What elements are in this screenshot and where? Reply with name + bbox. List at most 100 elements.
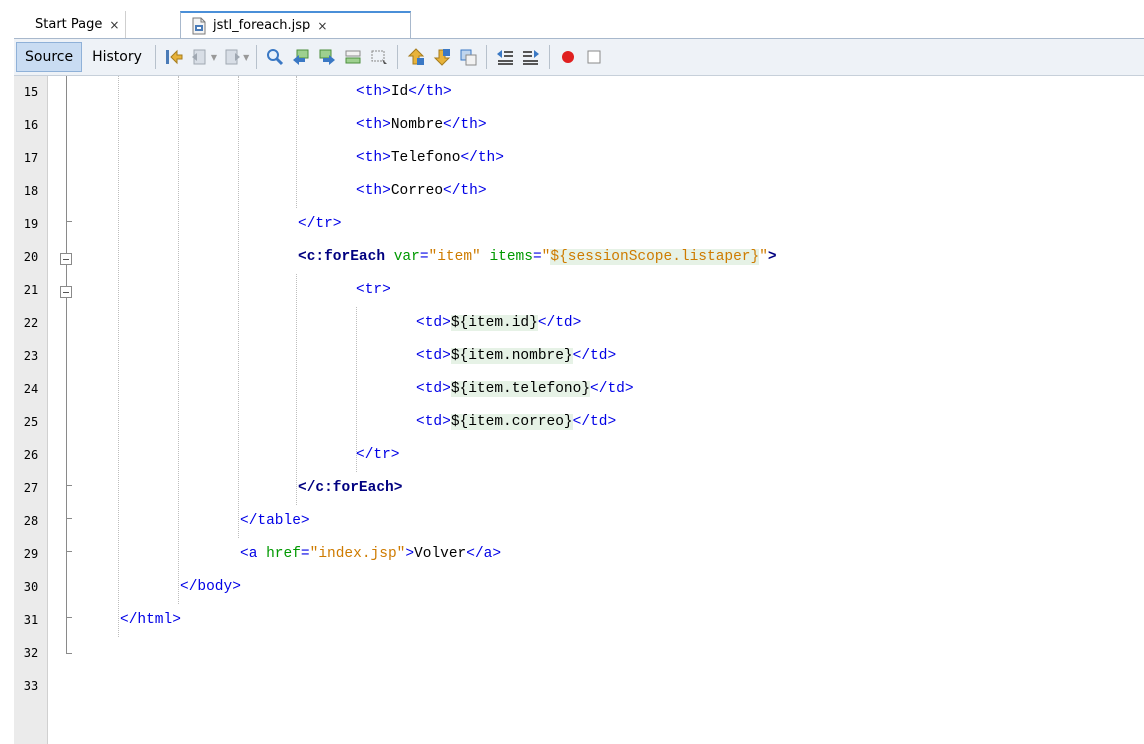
indent-guide xyxy=(296,274,297,505)
line-number: 22 xyxy=(23,316,39,330)
rectangular-selection-icon[interactable] xyxy=(367,45,391,69)
tab-jstl-foreach[interactable]: jstl_foreach.jsp × xyxy=(180,11,411,38)
chevron-down-icon[interactable]: ▼ xyxy=(243,53,249,62)
html-tag: </tr> xyxy=(298,216,342,232)
source-button[interactable]: Source xyxy=(16,42,83,72)
html-tag: <td> xyxy=(416,414,451,430)
text-content: Volver xyxy=(414,546,467,562)
html-tag: </td> xyxy=(572,414,617,430)
previous-bookmark-icon[interactable] xyxy=(404,45,428,69)
html-tag: <th> xyxy=(356,150,391,166)
close-icon[interactable]: × xyxy=(109,18,119,32)
code-line-30: </body> xyxy=(180,571,241,604)
jsp-file-icon xyxy=(191,17,207,35)
attribute-name: items xyxy=(489,249,533,265)
equals-sign: = xyxy=(419,249,429,265)
fold-end-marker xyxy=(66,518,72,519)
code-line-16: <th>Nombre</th> xyxy=(356,109,487,142)
text-content: Id xyxy=(390,84,409,100)
html-tag: <th> xyxy=(356,84,391,100)
html-tag: </th> xyxy=(460,150,504,166)
line-number: 32 xyxy=(23,646,39,660)
indent-guide xyxy=(296,76,297,208)
line-number-gutter: 15 16 17 18 19 20 21 22 23 24 25 26 27 2… xyxy=(14,76,48,744)
line-number: 24 xyxy=(23,382,39,396)
text-content: Correo xyxy=(390,183,444,199)
jstl-tag: <c:forEach xyxy=(298,249,386,265)
indent-guide xyxy=(178,76,179,604)
code-line-15: <th>Id</th> xyxy=(356,76,452,109)
shift-right-icon[interactable] xyxy=(519,45,543,69)
code-line-31: </html> xyxy=(120,604,181,637)
tab-start-page[interactable]: Start Page × xyxy=(35,11,127,38)
code-line-19: </tr> xyxy=(298,208,342,241)
fold-guide-line xyxy=(66,221,67,253)
html-tag: </th> xyxy=(408,84,452,100)
shift-left-icon[interactable] xyxy=(493,45,517,69)
html-tag: <td> xyxy=(416,381,451,397)
line-number: 20 xyxy=(23,250,39,264)
el-expression: ${item.nombre} xyxy=(450,348,573,364)
attribute-value: "item" xyxy=(428,249,481,265)
html-tag: </th> xyxy=(443,183,487,199)
toggle-bookmark-icon[interactable] xyxy=(456,45,480,69)
line-number: 26 xyxy=(23,448,39,462)
code-line-22: <td>${item.id}</td> xyxy=(416,307,581,340)
quote-mark: " xyxy=(759,249,768,265)
line-number: 23 xyxy=(23,349,39,363)
code-line-27: </c:forEach> xyxy=(298,472,402,505)
start-macro-recording-icon[interactable] xyxy=(556,45,580,69)
close-icon[interactable]: × xyxy=(317,19,327,33)
attribute-name: var xyxy=(393,249,420,265)
code-editor[interactable]: 15 16 17 18 19 20 21 22 23 24 25 26 27 2… xyxy=(14,76,1144,744)
back-icon[interactable] xyxy=(188,45,212,69)
line-number: 19 xyxy=(23,217,39,231)
html-tag: </table> xyxy=(240,513,310,529)
line-number: 28 xyxy=(23,514,39,528)
editor-tab-bar: Start Page × jstl_foreach.jsp × xyxy=(0,0,1144,38)
code-line-24: <td>${item.telefono}</td> xyxy=(416,373,634,406)
toolbar-separator xyxy=(256,45,258,69)
equals-sign: = xyxy=(532,249,542,265)
html-tag: <tr> xyxy=(356,282,391,298)
fold-toggle-icon[interactable] xyxy=(60,286,72,298)
indent-guide xyxy=(118,76,119,637)
html-tag: <th> xyxy=(356,183,391,199)
fold-guide-line xyxy=(66,265,67,286)
line-number: 27 xyxy=(23,481,39,495)
find-icon[interactable] xyxy=(263,45,287,69)
toggle-highlight-icon[interactable] xyxy=(341,45,365,69)
last-edit-icon[interactable] xyxy=(162,45,186,69)
jstl-tag: > xyxy=(767,249,777,265)
code-line-25: <td>${item.correo}</td> xyxy=(416,406,616,439)
attribute-value: "index.jsp" xyxy=(309,546,406,562)
line-number: 17 xyxy=(23,151,39,165)
jstl-tag: </c:forEach> xyxy=(298,480,403,496)
fold-end-marker xyxy=(66,551,72,552)
toolbar-separator xyxy=(154,45,156,69)
indent-guide xyxy=(238,76,239,538)
tab-label: jstl_foreach.jsp xyxy=(213,18,311,33)
chevron-down-icon[interactable]: ▼ xyxy=(211,53,217,62)
line-number: 30 xyxy=(23,580,39,594)
stop-macro-recording-icon[interactable] xyxy=(582,45,606,69)
html-tag: <td> xyxy=(416,315,451,331)
fold-end-marker xyxy=(66,485,72,486)
text-content: Nombre xyxy=(390,117,444,133)
history-button[interactable]: History xyxy=(84,42,150,72)
html-tag: <a xyxy=(240,546,258,562)
fold-toggle-icon[interactable] xyxy=(60,253,72,265)
fold-guide-line xyxy=(66,298,67,620)
forward-icon[interactable] xyxy=(220,45,244,69)
next-bookmark-icon[interactable] xyxy=(430,45,454,69)
line-number: 21 xyxy=(23,283,39,297)
fold-end-marker xyxy=(66,617,72,618)
toolbar-separator xyxy=(397,45,399,69)
line-number: 33 xyxy=(23,679,39,693)
toolbar-separator xyxy=(549,45,551,69)
find-previous-icon[interactable] xyxy=(289,45,313,69)
html-tag: > xyxy=(405,546,415,562)
html-tag: </tr> xyxy=(356,447,400,463)
find-next-icon[interactable] xyxy=(315,45,339,69)
html-tag: </td> xyxy=(537,315,582,331)
